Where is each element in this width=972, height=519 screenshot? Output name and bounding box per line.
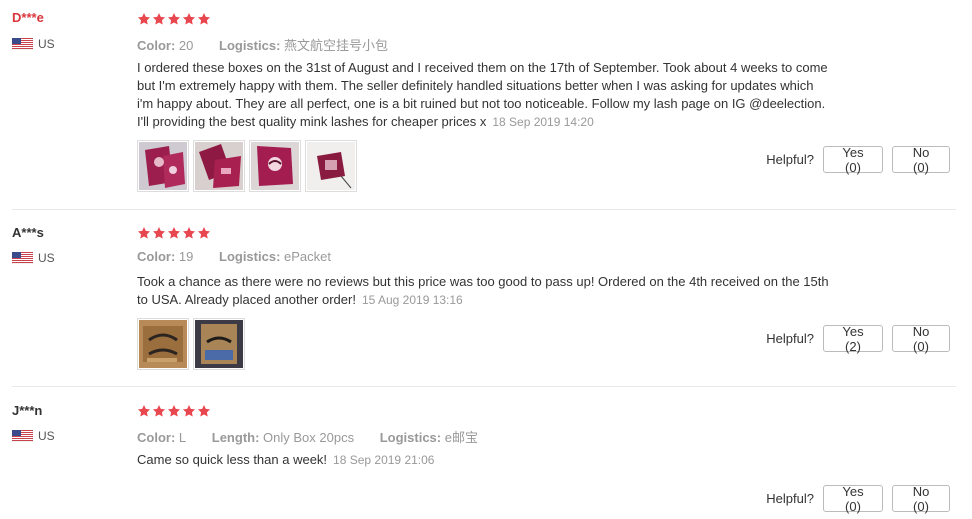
meta-value: e邮宝 <box>444 430 478 445</box>
review-text-line: Came so quick less than a week! 18 Sep 20… <box>137 451 857 469</box>
review-photo-thumbnail[interactable] <box>193 140 245 192</box>
review-divider <box>12 209 956 210</box>
country-label: US <box>38 37 55 51</box>
helpful-no-button[interactable]: No (0) <box>892 145 950 175</box>
star-icon <box>152 227 166 239</box>
star-icon <box>182 13 196 25</box>
review-text-segment: I'll providing the best quality mink las… <box>137 114 487 129</box>
star-icon <box>167 405 181 417</box>
review-photos <box>137 140 357 192</box>
star-icon <box>182 227 196 239</box>
review-text-segment: Came so quick less than a week! <box>137 452 328 467</box>
star-icon <box>152 13 166 25</box>
review-photos <box>137 318 245 370</box>
meta-key: Logistics: <box>219 38 281 53</box>
review-text-line: Took a chance as there were no reviews b… <box>137 274 829 289</box>
helpful-yes-button[interactable]: Yes (0) <box>823 145 883 175</box>
star-rating <box>137 12 211 26</box>
review-photo-thumbnail[interactable] <box>137 140 189 192</box>
meta-value: L <box>178 430 187 445</box>
review-text-line: I'll providing the best quality mink las… <box>137 113 857 131</box>
reviewer-name: A***s <box>12 225 44 240</box>
meta-value: 20 <box>178 38 194 53</box>
review-text-line: i'm happy about. They are all perfect, o… <box>137 96 826 111</box>
helpful-controls: Helpful? Yes (0) No (0) <box>766 145 950 175</box>
review-text-line: but I'm extremely happy with them. The s… <box>137 78 814 93</box>
helpful-no-button[interactable]: No (0) <box>892 324 950 354</box>
star-icon <box>182 405 196 417</box>
helpful-controls: Helpful? Yes (0) No (0) <box>766 484 950 514</box>
star-icon <box>197 227 211 239</box>
review-text-line: to USA. Already placed another order! 15 … <box>137 291 857 309</box>
star-icon <box>137 13 151 25</box>
star-rating <box>137 404 211 418</box>
reviewer-name: J***n <box>12 403 43 418</box>
meta-value: ePacket <box>284 249 332 264</box>
helpful-no-button[interactable]: No (0) <box>892 484 950 514</box>
review-meta: Color: L Length: Only Box 20pcs Logistic… <box>137 427 500 446</box>
review-date: 18 Sep 2019 21:06 <box>333 453 435 467</box>
meta-key: Color: <box>137 249 176 264</box>
review-photo-thumbnail[interactable] <box>137 318 189 370</box>
us-flag-icon <box>11 37 34 51</box>
star-icon <box>167 227 181 239</box>
review-text: Took a chance as there were no reviews b… <box>137 273 857 309</box>
us-flag-icon <box>11 429 34 443</box>
helpful-label: Helpful? <box>766 331 814 346</box>
helpful-label: Helpful? <box>766 152 814 167</box>
review-photo-thumbnail[interactable] <box>249 140 301 192</box>
star-icon <box>197 13 211 25</box>
star-icon <box>197 405 211 417</box>
helpful-label: Helpful? <box>766 491 814 506</box>
reviewer-name: D***e <box>12 10 44 25</box>
country-label: US <box>38 429 55 443</box>
meta-value: Only Box 20pcs <box>263 430 355 445</box>
star-icon <box>137 405 151 417</box>
meta-key: Logistics: <box>379 430 442 445</box>
reviewer-country: US <box>11 251 55 265</box>
review-date: 15 Aug 2019 13:16 <box>361 293 463 307</box>
review-text-line: I ordered these boxes on the 31st of Aug… <box>137 60 828 75</box>
review-meta: Color: 19 Logistics: ePacket <box>137 249 353 264</box>
review-photo-thumbnail[interactable] <box>193 318 245 370</box>
meta-value: 19 <box>178 249 194 264</box>
meta-key: Color: <box>137 38 176 53</box>
meta-key: Length: <box>211 430 260 445</box>
review-photo-thumbnail[interactable] <box>305 140 357 192</box>
review-text: Came so quick less than a week! 18 Sep 20… <box>137 451 857 469</box>
helpful-controls: Helpful? Yes (2) No (0) <box>766 324 950 354</box>
star-icon <box>137 227 151 239</box>
review-meta: Color: 20 Logistics: 燕文航空挂号小包 <box>137 35 410 54</box>
star-icon <box>167 13 181 25</box>
review-divider <box>12 386 956 387</box>
meta-key: Color: <box>137 430 176 445</box>
country-label: US <box>38 251 55 265</box>
reviewer-country: US <box>11 429 55 443</box>
meta-value: 燕文航空挂号小包 <box>284 38 389 53</box>
us-flag-icon <box>11 251 34 265</box>
review-text: I ordered these boxes on the 31st of Aug… <box>137 59 857 131</box>
star-rating <box>137 226 211 240</box>
review-text-segment: to USA. Already placed another order! <box>137 292 356 307</box>
review-date: 18 Sep 2019 14:20 <box>492 115 594 129</box>
meta-key: Logistics: <box>219 249 281 264</box>
reviewer-country: US <box>11 37 55 51</box>
helpful-yes-button[interactable]: Yes (2) <box>823 324 883 354</box>
star-icon <box>152 405 166 417</box>
helpful-yes-button[interactable]: Yes (0) <box>823 484 883 514</box>
